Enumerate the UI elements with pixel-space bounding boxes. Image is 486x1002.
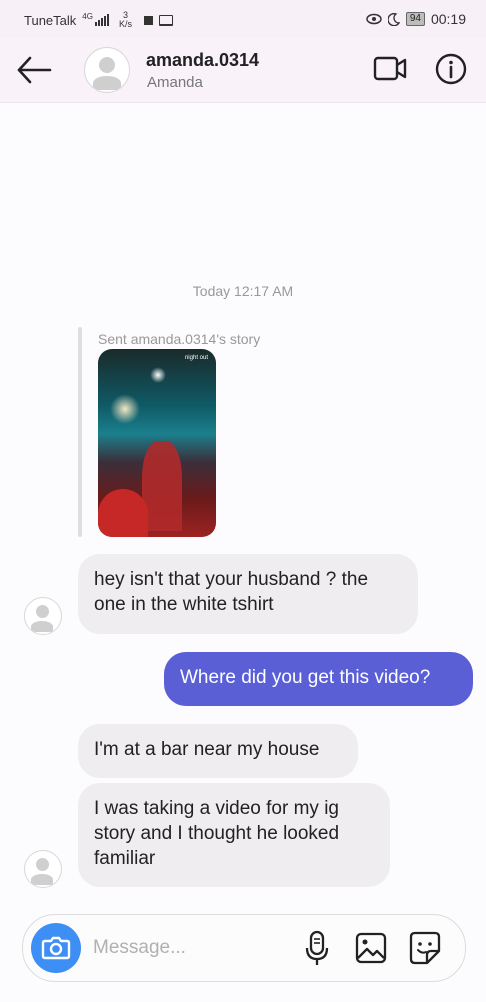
- avatar[interactable]: [84, 47, 130, 93]
- chat-header: amanda.0314 Amanda: [0, 38, 486, 103]
- battery-level: 94: [409, 13, 421, 24]
- avatar[interactable]: [24, 597, 62, 635]
- camera-icon: [41, 936, 71, 960]
- back-arrow-icon[interactable]: [14, 52, 54, 88]
- story-label: Sent amanda.0314's story: [98, 331, 261, 347]
- status-bar: TuneTalk 4G 3 K/s 94 00:19: [0, 0, 486, 38]
- message-input[interactable]: Message...: [93, 937, 186, 959]
- avatar[interactable]: [24, 850, 62, 888]
- notification-icon: [143, 15, 153, 25]
- info-icon[interactable]: [434, 52, 468, 86]
- laptop-icon: [158, 14, 173, 26]
- speed-unit: K/s: [118, 19, 132, 29]
- message-timestamp: Today 12:17 AM: [192, 283, 294, 299]
- network-type: 4G: [82, 12, 93, 21]
- avatar-body: [31, 874, 53, 885]
- clock: 00:19: [430, 11, 466, 27]
- message-composer: Message...: [22, 914, 466, 982]
- signal-icon: [94, 14, 109, 26]
- network-indicator: 4G: [82, 12, 109, 26]
- video-call-icon[interactable]: [372, 54, 408, 84]
- battery-icon: 94: [405, 12, 425, 26]
- camera-button[interactable]: [31, 923, 81, 973]
- carrier-name: TuneTalk: [24, 12, 77, 28]
- story-light: [150, 367, 166, 383]
- message-text: hey isn't that your husband ? the one in…: [94, 569, 369, 615]
- story-overlay-text: night out: [184, 355, 208, 361]
- story-table: [98, 489, 148, 537]
- gallery-icon[interactable]: [353, 929, 389, 967]
- avatar-body: [31, 621, 53, 632]
- story-light: [110, 394, 140, 424]
- story-reply-bar: [78, 327, 82, 537]
- avatar-head: [99, 57, 115, 73]
- message-text: I'm at a bar near my house: [94, 739, 320, 760]
- message-text: Where did you get this video?: [180, 667, 431, 688]
- microphone-icon[interactable]: [299, 929, 335, 967]
- message-text: I was taking a video for my ig story and…: [94, 798, 340, 869]
- avatar-body: [93, 76, 121, 90]
- chat-username[interactable]: amanda.0314: [146, 50, 259, 71]
- chat-fullname: Amanda: [147, 74, 203, 91]
- story-figure: [142, 441, 182, 531]
- message-bubble-incoming[interactable]: I'm at a bar near my house: [78, 724, 358, 778]
- eye-comfort-icon: [366, 13, 382, 25]
- message-bubble-outgoing[interactable]: Where did you get this video?: [164, 652, 473, 706]
- message-bubble-incoming[interactable]: I was taking a video for my ig story and…: [78, 783, 390, 887]
- network-speed: 3 K/s: [119, 11, 132, 29]
- moon-icon: [387, 12, 400, 26]
- message-bubble-incoming[interactable]: hey isn't that your husband ? the one in…: [78, 554, 418, 634]
- avatar-head: [36, 605, 49, 618]
- story-thumbnail[interactable]: night out: [98, 349, 216, 537]
- avatar-head: [36, 858, 49, 871]
- sticker-icon[interactable]: [407, 929, 443, 967]
- status-left: TuneTalk 4G 3 K/s: [24, 11, 173, 29]
- status-right: 94 00:19: [366, 11, 466, 27]
